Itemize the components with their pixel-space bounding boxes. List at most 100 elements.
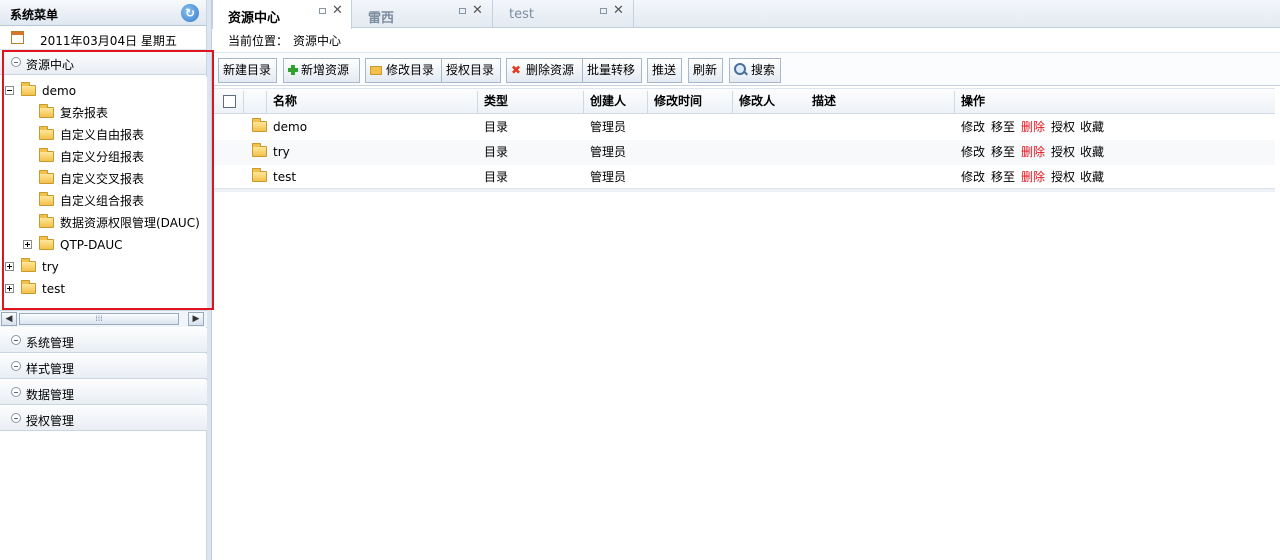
tab-label: test — [509, 7, 534, 22]
table-row[interactable]: test 目录 管理员 修改 移至 删除 授权 收藏 — [212, 165, 1275, 190]
accordion-header[interactable]: 授权管理 — [0, 406, 207, 431]
button-label: 删除资源 — [526, 63, 575, 77]
restore-icon[interactable] — [600, 8, 607, 14]
move-link[interactable]: 移至 — [991, 115, 1015, 139]
auth-link[interactable]: 授权 — [1051, 140, 1075, 164]
folder-open-icon — [21, 82, 36, 96]
delete-link[interactable]: 删除 — [1021, 165, 1045, 189]
tree-node-label: 自定义交叉报表 — [60, 172, 145, 186]
column-type[interactable]: 类型 — [478, 89, 508, 115]
row-name[interactable]: demo — [273, 115, 307, 139]
edit-link[interactable]: 修改 — [961, 140, 985, 164]
expand-node-icon[interactable] — [5, 284, 14, 293]
tab-leixi[interactable]: 雷西 ✕ — [353, 0, 493, 28]
accordion-style-management[interactable]: 样式管理 — [0, 354, 207, 379]
row-name[interactable]: test — [273, 165, 296, 189]
move-link[interactable]: 移至 — [991, 140, 1015, 164]
select-all-checkbox[interactable] — [223, 95, 236, 108]
accordion-header[interactable]: 系统管理 — [0, 328, 207, 353]
table-row[interactable]: try 目录 管理员 修改 移至 删除 授权 收藏 — [212, 140, 1275, 165]
close-icon[interactable]: ✕ — [472, 3, 483, 18]
tree-node-label: test — [42, 282, 66, 296]
accordion-system-management[interactable]: 系统管理 — [0, 328, 207, 353]
search-button[interactable]: 搜索 — [729, 58, 781, 83]
accordion-auth-management[interactable]: 授权管理 — [0, 406, 207, 431]
tree-node-qtp-dauc[interactable]: QTP-DAUC — [0, 235, 200, 255]
new-folder-button[interactable]: 新建目录 — [218, 58, 277, 83]
close-icon[interactable]: ✕ — [332, 3, 343, 18]
expand-node-icon[interactable] — [5, 262, 14, 271]
button-label: 新建目录 — [223, 63, 272, 77]
accordion-data-management[interactable]: 数据管理 — [0, 380, 207, 405]
refresh-button[interactable]: 刷新 — [688, 58, 723, 83]
auth-folder-button[interactable]: 授权目录 — [441, 58, 501, 83]
tree-node-label: QTP-DAUC — [60, 238, 123, 252]
tree-horizontal-scrollbar[interactable]: ◀ ⁞⁞⁞ ▶ — [0, 310, 207, 327]
tab-resource-center[interactable]: 资源中心 ✕ — [212, 0, 352, 29]
batch-move-button[interactable]: 批量转移 — [582, 58, 642, 83]
delete-link[interactable]: 删除 — [1021, 140, 1045, 164]
table-row[interactable]: demo 目录 管理员 修改 移至 删除 授权 收藏 — [212, 115, 1275, 140]
accordion-label: 系统管理 — [26, 336, 75, 350]
row-creator: 管理员 — [590, 120, 627, 134]
accordion-label: 授权管理 — [26, 414, 75, 428]
collapse-node-icon[interactable] — [5, 86, 14, 95]
tree-node-report[interactable]: 复杂报表 — [0, 103, 200, 123]
accordion-resource-center[interactable]: 资源中心 — [0, 50, 206, 75]
scroll-right-icon[interactable]: ▶ — [188, 312, 204, 326]
folder-icon — [252, 143, 267, 157]
scroll-left-icon[interactable]: ◀ — [1, 312, 17, 326]
resource-tree: demo 复杂报表 自定义自由报表 自定义分组报表 自定义交叉报表 自定义组合报… — [0, 77, 207, 309]
auth-link[interactable]: 授权 — [1051, 115, 1075, 139]
scroll-thumb[interactable]: ⁞⁞⁞ — [19, 313, 179, 325]
date-row: 2011年03月04日 星期五 — [0, 26, 206, 50]
delete-link[interactable]: 删除 — [1021, 115, 1045, 139]
grid-footer-strip — [212, 188, 1275, 192]
tree-node-demo[interactable]: demo — [0, 81, 200, 101]
expand-node-icon[interactable] — [23, 240, 32, 249]
tree-node-report[interactable]: 自定义组合报表 — [0, 191, 200, 211]
tree-node-report[interactable]: 自定义交叉报表 — [0, 169, 200, 189]
folder-icon — [39, 170, 54, 184]
auth-link[interactable]: 授权 — [1051, 165, 1075, 189]
refresh-icon[interactable]: ↻ — [181, 4, 199, 22]
tree-node-report[interactable]: 自定义自由报表 — [0, 125, 200, 145]
tree-node-test[interactable]: test — [0, 279, 200, 299]
restore-icon[interactable] — [319, 8, 326, 14]
collapse-icon — [11, 361, 21, 371]
edit-folder-button[interactable]: 修改目录 — [365, 58, 442, 83]
restore-icon[interactable] — [459, 8, 466, 14]
move-link[interactable]: 移至 — [991, 165, 1015, 189]
push-button[interactable]: 推送 — [647, 58, 682, 83]
accordion-header[interactable]: 数据管理 — [0, 380, 207, 405]
search-icon — [734, 63, 748, 77]
folder-icon — [252, 168, 267, 182]
delete-resource-button[interactable]: ✖ 删除资源 — [506, 58, 583, 83]
column-modified-time[interactable]: 修改时间 — [648, 89, 702, 115]
column-operations[interactable]: 操作 — [955, 89, 985, 115]
tree-node-try[interactable]: try — [0, 257, 200, 277]
close-icon[interactable]: ✕ — [613, 3, 624, 18]
collapse-icon — [11, 387, 21, 397]
tree-node-report[interactable]: 自定义分组报表 — [0, 147, 200, 167]
edit-link[interactable]: 修改 — [961, 115, 985, 139]
favorite-link[interactable]: 收藏 — [1080, 115, 1104, 139]
folder-icon — [39, 104, 54, 118]
edit-link[interactable]: 修改 — [961, 165, 985, 189]
favorite-link[interactable]: 收藏 — [1080, 140, 1104, 164]
column-creator[interactable]: 创建人 — [584, 89, 626, 115]
collapse-icon — [11, 57, 21, 67]
favorite-link[interactable]: 收藏 — [1080, 165, 1104, 189]
column-name[interactable]: 名称 — [267, 89, 297, 115]
row-name[interactable]: try — [273, 140, 290, 164]
sidebar-title: 系统菜单 — [10, 8, 59, 22]
breadcrumb-current: 资源中心 — [293, 34, 342, 48]
accordion-header[interactable]: 样式管理 — [0, 354, 207, 379]
column-description[interactable]: 描述 — [806, 89, 836, 115]
accordion-label: 样式管理 — [26, 362, 75, 376]
tab-test[interactable]: test ✕ — [494, 0, 634, 28]
column-modifier[interactable]: 修改人 — [733, 89, 775, 115]
add-resource-button[interactable]: 新增资源 — [283, 58, 360, 83]
tree-node-report[interactable]: 数据资源权限管理(DAUC) — [0, 213, 205, 233]
row-type: 目录 — [484, 120, 509, 134]
